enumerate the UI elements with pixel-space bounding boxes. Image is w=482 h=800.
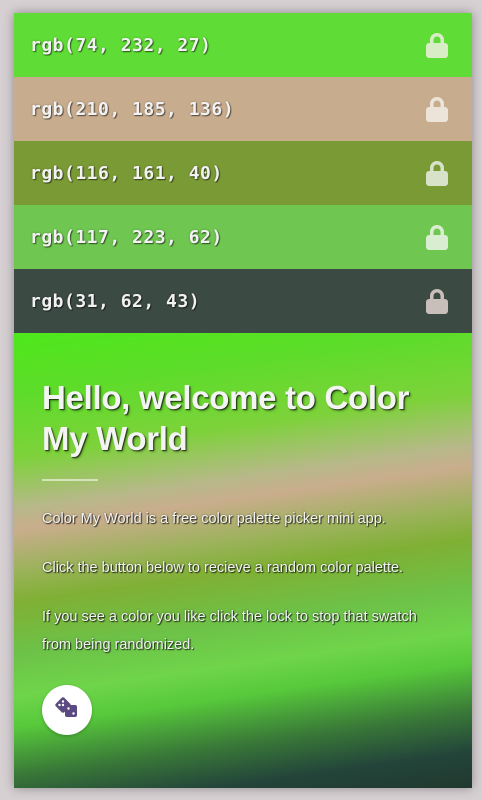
dice-icon — [54, 697, 80, 723]
color-swatch: rgb(74, 232, 27) — [14, 13, 472, 77]
color-swatch: rgb(116, 161, 40) — [14, 141, 472, 205]
swatch-color-value: rgb(117, 223, 62) — [30, 226, 223, 248]
lock-icon[interactable] — [425, 224, 449, 250]
swatch-list: rgb(74, 232, 27) rgb(210, 185, 136) rgb(… — [14, 13, 472, 333]
lock-icon[interactable] — [425, 160, 449, 186]
color-my-world-app: rgb(74, 232, 27) rgb(210, 185, 136) rgb(… — [14, 13, 472, 788]
randomize-palette-button[interactable] — [42, 685, 92, 735]
swatch-color-value: rgb(116, 161, 40) — [30, 162, 223, 184]
lock-icon[interactable] — [425, 96, 449, 122]
instruction-paragraph: Click the button below to recieve a rand… — [42, 560, 404, 576]
welcome-panel: Hello, welcome to Color My World Color M… — [14, 333, 472, 788]
swatch-color-value: rgb(210, 185, 136) — [30, 98, 235, 120]
swatch-color-value: rgb(74, 232, 27) — [30, 34, 212, 56]
lock-icon[interactable] — [425, 32, 449, 58]
title-divider — [42, 479, 98, 481]
intro-paragraph: Color My World is a free color palette p… — [42, 511, 386, 527]
lock-icon[interactable] — [425, 288, 449, 314]
color-swatch: rgb(31, 62, 43) — [14, 269, 472, 333]
color-swatch: rgb(210, 185, 136) — [14, 77, 472, 141]
color-swatch: rgb(117, 223, 62) — [14, 205, 472, 269]
swatch-color-value: rgb(31, 62, 43) — [30, 290, 201, 312]
welcome-title: Hello, welcome to Color My World — [42, 379, 410, 457]
lock-hint-paragraph: If you see a color you like click the lo… — [42, 609, 417, 653]
